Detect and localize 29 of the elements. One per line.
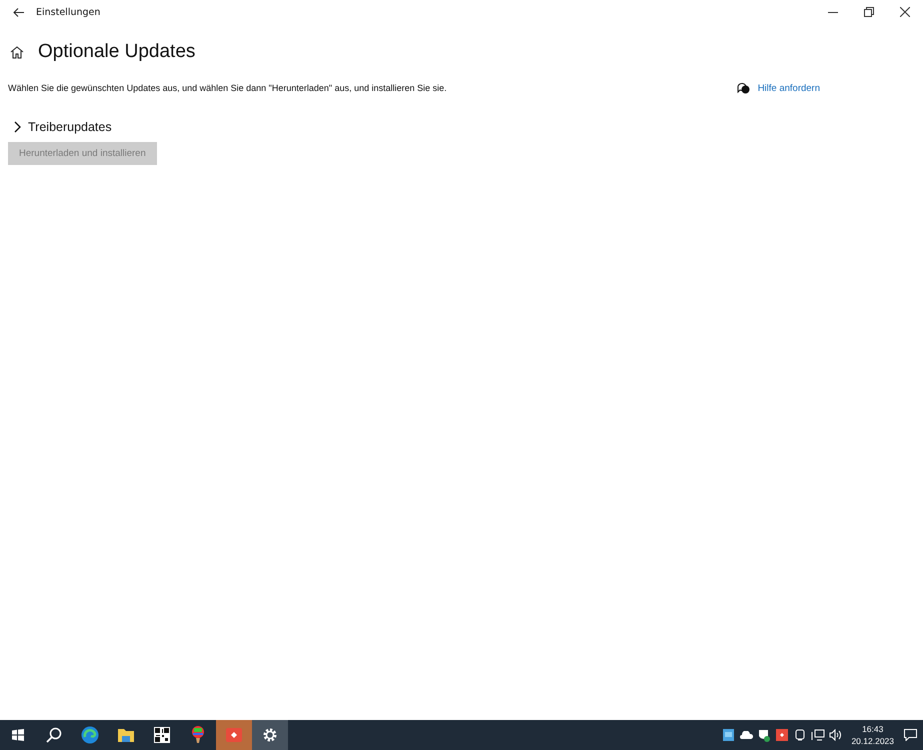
shield-icon: [758, 728, 770, 742]
remote-app-icon: [226, 728, 242, 742]
home-icon[interactable]: [10, 46, 24, 58]
help-link[interactable]: Hilfe anfordern: [758, 82, 820, 94]
clock[interactable]: 16:43 20.12.2023: [851, 723, 894, 747]
back-arrow-icon: [12, 8, 24, 16]
restore-icon: [864, 7, 874, 17]
window-title: Einstellungen: [36, 6, 102, 18]
qr-code-icon: [154, 727, 170, 743]
help-chat-icon: [736, 82, 750, 94]
windows-logo-icon: [12, 729, 24, 741]
volume-icon: [829, 729, 844, 741]
notifications-icon[interactable]: [904, 729, 917, 741]
folder-icon: [118, 728, 134, 742]
chevron-icon: [14, 121, 22, 133]
remote-app-icon: [776, 729, 788, 741]
settings-icon: [262, 727, 278, 743]
taskbar-button[interactable]: [252, 720, 288, 750]
cloud-icon: [740, 731, 753, 739]
section-expander[interactable]: Treiberupdates: [8, 120, 112, 134]
camera-icon: [795, 729, 806, 741]
network-icon: [811, 729, 826, 741]
browser-icon: [81, 726, 99, 744]
app-tray-icon: [722, 729, 734, 741]
page-title: Optionale Updates: [38, 41, 196, 63]
search-icon: [46, 727, 62, 743]
close-icon: [900, 7, 910, 17]
balloon-icon: [191, 726, 205, 744]
description-text: Wählen Sie die gewünschten Updates aus, und wählen Sie dann "Herunterladen" aus, und installieren Sie sie.: [8, 83, 448, 93]
